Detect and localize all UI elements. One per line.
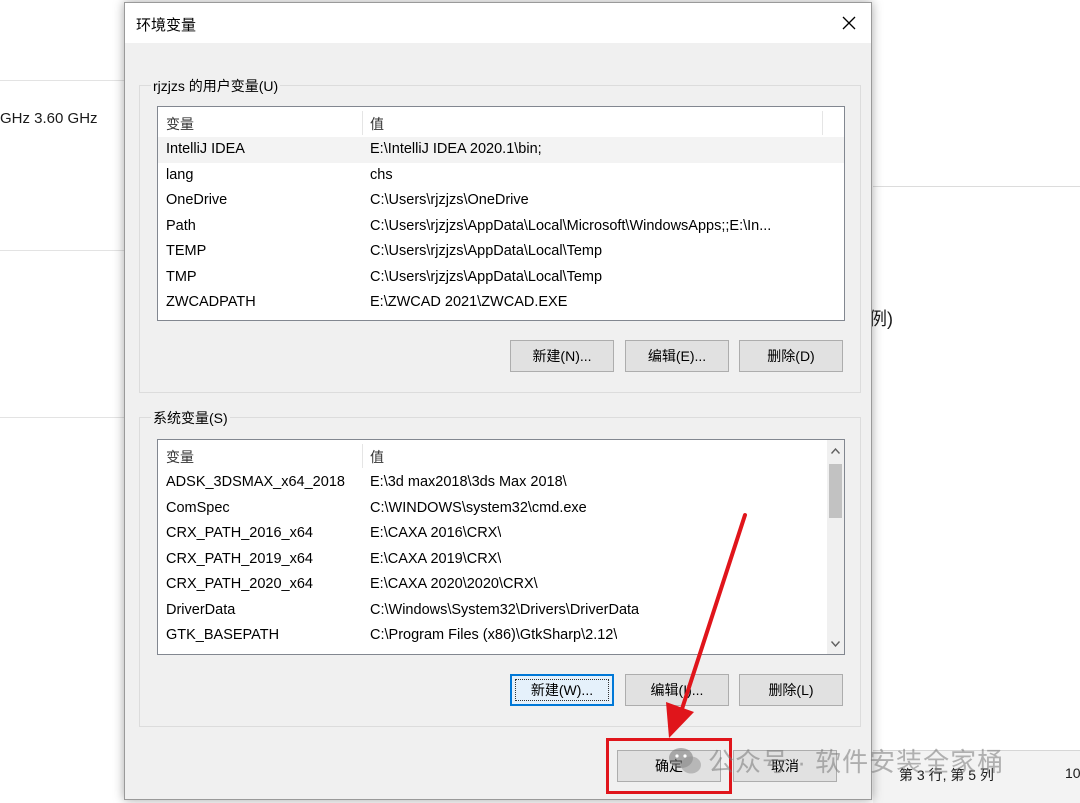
- watermark: 公众号 · 软件安装全家桶: [668, 742, 1004, 779]
- close-icon: [842, 16, 856, 30]
- bg-right-panel: j例): [865, 186, 1080, 803]
- column-header-value[interactable]: 值: [370, 447, 384, 467]
- watermark-text: 公众号 · 软件安装全家桶: [708, 747, 1005, 777]
- bg-divider: [0, 80, 124, 81]
- bg-divider: [0, 417, 124, 418]
- list-header: 变量 值: [158, 440, 844, 470]
- list-item[interactable]: DriverData C:\Windows\System32\Drivers\Dr…: [158, 598, 844, 624]
- list-item[interactable]: CRX_PATH_2020_x64 E:\CAXA 2020\2020\CRX\: [158, 572, 844, 598]
- system-edit-button[interactable]: 编辑(I)...: [625, 674, 729, 706]
- list-item[interactable]: TMP C:\Users\rjzjzs\AppData\Local\Temp: [158, 265, 844, 291]
- chevron-up-icon: [831, 447, 840, 454]
- list-item[interactable]: ADSK_3DSMAX_x64_2018 E:\3d max2018\3ds Ma…: [158, 470, 844, 496]
- list-item[interactable]: lang chs: [158, 163, 844, 189]
- system-variables-list[interactable]: 变量 值 ADSK_3DSMAX_x64_2018 E:\3d max2018\3…: [157, 439, 845, 655]
- chevron-down-icon: [831, 640, 840, 647]
- scroll-thumb[interactable]: [829, 464, 842, 518]
- list-item[interactable]: Path C:\Users\rjzjzs\AppData\Local\Micros…: [158, 214, 844, 240]
- wechat-icon: [669, 747, 701, 773]
- column-header-value[interactable]: 值: [370, 114, 384, 134]
- scroll-down-arrow[interactable]: [827, 635, 844, 652]
- dialog-title: 环境变量: [136, 17, 197, 34]
- user-delete-button[interactable]: 删除(D): [739, 340, 843, 372]
- vertical-scrollbar[interactable]: [827, 440, 844, 654]
- list-item[interactable]: ComSpec C:\WINDOWS\system32\cmd.exe: [158, 496, 844, 522]
- bg-cpu-speed: GHz 3.60 GHz: [0, 110, 98, 127]
- system-variables-label: 系统变量(S): [151, 408, 230, 428]
- close-button[interactable]: [827, 3, 871, 43]
- list-item[interactable]: OneDrive C:\Users\rjzjzs\OneDrive: [158, 188, 844, 214]
- system-new-button[interactable]: 新建(W)...: [510, 674, 614, 706]
- titlebar: 环境变量: [125, 3, 871, 43]
- user-variables-label: rjzjzs 的用户变量(U): [151, 76, 281, 96]
- user-edit-button[interactable]: 编辑(E)...: [625, 340, 729, 372]
- system-delete-button[interactable]: 删除(L): [739, 674, 843, 706]
- list-item[interactable]: CRX_PATH_2019_x64 E:\CAXA 2019\CRX\: [158, 547, 844, 573]
- list-item[interactable]: ZWCADPATH E:\ZWCAD 2021\ZWCAD.EXE: [158, 290, 844, 316]
- scroll-up-arrow[interactable]: [827, 442, 844, 459]
- list-item[interactable]: TEMP C:\Users\rjzjzs\AppData\Local\Temp: [158, 239, 844, 265]
- user-variables-list[interactable]: 变量 值 IntelliJ IDEA E:\IntelliJ IDEA 2020.…: [157, 106, 845, 321]
- user-new-button[interactable]: 新建(N)...: [510, 340, 614, 372]
- bg-divider: [0, 250, 124, 251]
- bg-status-num: 10: [1065, 765, 1080, 781]
- environment-variables-dialog: 环境变量 rjzjzs 的用户变量(U) 变量 值 IntelliJ IDEA E…: [124, 2, 872, 800]
- list-item[interactable]: IntelliJ IDEA E:\IntelliJ IDEA 2020.1\bin…: [158, 137, 844, 163]
- list-item[interactable]: GTK_BASEPATH C:\Program Files (x86)\GtkSh…: [158, 623, 844, 649]
- column-header-variable[interactable]: 变量: [166, 447, 194, 467]
- column-header-variable[interactable]: 变量: [166, 114, 194, 134]
- list-header: 变量 值: [158, 107, 844, 137]
- list-item[interactable]: CRX_PATH_2016_x64 E:\CAXA 2016\CRX\: [158, 521, 844, 547]
